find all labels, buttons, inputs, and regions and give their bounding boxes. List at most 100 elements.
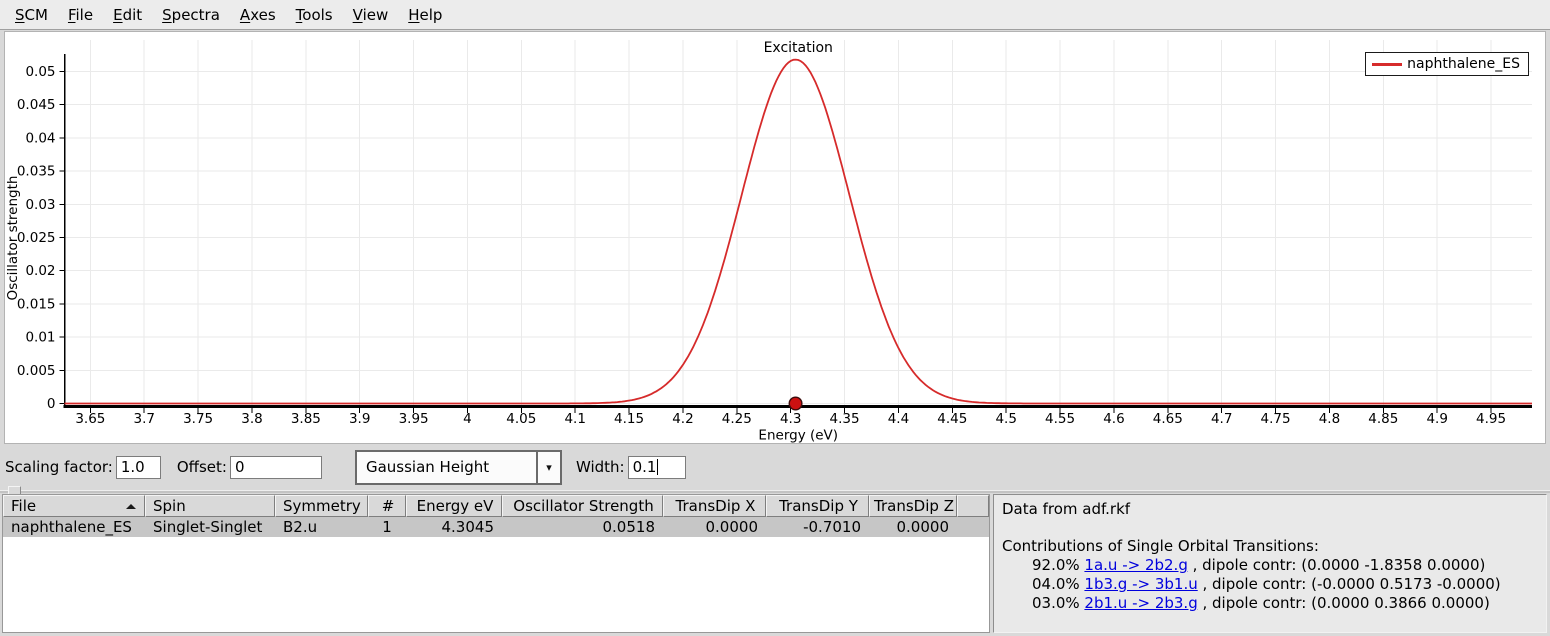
x-tick-label: 4.5 — [995, 411, 1016, 427]
x-tick-label: 4.6 — [1103, 411, 1124, 427]
width-input[interactable]: 0.1 — [628, 456, 686, 479]
y-tick-label: 0.01 — [25, 330, 55, 346]
table-cell: 0.0518 — [502, 517, 663, 537]
y-tick-label: 0.05 — [25, 64, 55, 80]
contributions-list: 92.0% 1a.u -> 2b2.g , dipole contr: (0.0… — [1002, 556, 1538, 613]
x-tick-label: 3.85 — [291, 411, 321, 427]
y-tick-label: 0.045 — [17, 97, 56, 113]
x-tick-label: 4.95 — [1476, 411, 1506, 427]
column-header-file[interactable]: File — [3, 495, 145, 517]
column-header-oscillator-strength[interactable]: Oscillator Strength — [502, 495, 663, 517]
x-tick-label: 4.85 — [1368, 411, 1398, 427]
column-header-energy-ev[interactable]: Energy eV — [406, 495, 502, 517]
spectrum-curve — [65, 60, 1533, 404]
y-tick-label: 0.015 — [17, 296, 56, 312]
peak-marker[interactable] — [789, 397, 802, 410]
orbital-transition-link[interactable]: 1b3.g -> 3b1.u — [1084, 575, 1197, 593]
offset-input[interactable] — [230, 456, 322, 479]
menu-item-view[interactable]: View — [343, 3, 399, 27]
menu-item-scm[interactable]: SCM — [5, 3, 58, 27]
table-cell: B2.u — [275, 517, 368, 537]
column-header-transdip-z[interactable]: TransDip Z — [869, 495, 957, 517]
x-tick-label: 4.15 — [614, 411, 644, 427]
table-cell: 1 — [368, 517, 406, 537]
broadening-method-select[interactable]: Gaussian Height ▾ — [355, 450, 562, 485]
contribution-detail: , dipole contr: (-0.0000 0.5173 -0.0000) — [1198, 575, 1501, 593]
contribution-row: 03.0% 2b1.u -> 2b3.g , dipole contr: (0.… — [1002, 594, 1538, 613]
contribution-detail: , dipole contr: (0.0000 0.3866 0.0000) — [1198, 594, 1490, 612]
menu-item-file[interactable]: File — [58, 3, 103, 27]
menu-item-spectra[interactable]: Spectra — [152, 3, 230, 27]
table-row[interactable]: naphthalene_ESSinglet-SingletB2.u14.3045… — [3, 517, 989, 537]
table-cell: 4.3045 — [406, 517, 502, 537]
excitations-table: File Spin Symmetry # Energy eV Oscillator Str… — [2, 494, 990, 633]
x-axis-label: Energy (eV) — [758, 428, 838, 444]
table-body: naphthalene_ESSinglet-SingletB2.u14.3045… — [3, 517, 989, 537]
column-header-label: Oscillator Strength — [513, 497, 653, 515]
x-tick-label: 4.55 — [1045, 411, 1075, 427]
menu-item-tools[interactable]: Tools — [286, 3, 343, 27]
legend: naphthalene_ES — [1365, 52, 1529, 76]
menu-item-axes[interactable]: Axes — [230, 3, 286, 27]
x-tick-label: 3.95 — [399, 411, 429, 427]
contribution-row: 92.0% 1a.u -> 2b2.g , dipole contr: (0.0… — [1002, 556, 1538, 575]
contribution-detail: , dipole contr: (0.0000 -1.8358 0.0000) — [1188, 556, 1486, 574]
column-header-filler[interactable] — [957, 495, 989, 517]
tick-labels: 3.653.73.753.83.853.93.9544.054.14.154.2… — [17, 64, 1506, 427]
scaling-factor-input[interactable] — [116, 456, 161, 479]
table-header-row: File Spin Symmetry # Energy eV Oscillator Str… — [3, 495, 989, 517]
y-tick-label: 0.025 — [17, 230, 56, 246]
scaling-factor-label: Scaling factor: — [5, 458, 113, 476]
legend-line-sample — [1372, 63, 1402, 66]
orbital-transition-link[interactable]: 1a.u -> 2b2.g — [1084, 556, 1187, 574]
contribution-percent: 92.0% — [1032, 556, 1084, 574]
spectrum-chart: 3.653.73.753.83.853.93.9544.054.14.154.2… — [5, 32, 1545, 443]
offset-label: Offset: — [177, 458, 227, 476]
spectrum-plot-panel: 3.653.73.753.83.853.93.9544.054.14.154.2… — [4, 31, 1546, 444]
column-header-transdip-y[interactable]: TransDip Y — [766, 495, 869, 517]
sort-ascending-icon — [126, 504, 136, 509]
column-header-label: Spin — [153, 497, 186, 515]
contribution-percent: 04.0% — [1032, 575, 1084, 593]
x-tick-label: 4.9 — [1426, 411, 1447, 427]
contribution-row: 04.0% 1b3.g -> 3b1.u , dipole contr: (-0… — [1002, 575, 1538, 594]
table-cell: -0.7010 — [766, 517, 869, 537]
chart-title: Excitation — [764, 40, 833, 56]
text-caret — [657, 459, 658, 475]
y-tick-label: 0.005 — [17, 363, 56, 379]
y-axis-label: Oscillator strength — [5, 176, 21, 301]
table-cell: naphthalene_ES — [3, 517, 145, 537]
column-header-transdip-x[interactable]: TransDip X — [663, 495, 766, 517]
y-tick-label: 0.03 — [25, 197, 55, 213]
column-header-label: TransDip X — [676, 497, 756, 515]
table-cell: 0.0000 — [663, 517, 766, 537]
axes — [60, 54, 1533, 413]
menubar: SCMFileEditSpectraAxesToolsViewHelp — [0, 0, 1550, 30]
column-header-label: File — [11, 497, 36, 515]
column-header--[interactable]: # — [368, 495, 406, 517]
chevron-down-icon: ▾ — [536, 452, 560, 483]
menu-item-edit[interactable]: Edit — [103, 3, 152, 27]
x-tick-label: 4.45 — [937, 411, 967, 427]
table-cell: 0.0000 — [869, 517, 957, 537]
x-tick-label: 4.8 — [1319, 411, 1340, 427]
x-tick-label: 4.1 — [564, 411, 585, 427]
column-header-symmetry[interactable]: Symmetry — [275, 495, 368, 517]
x-tick-label: 4.7 — [1211, 411, 1232, 427]
x-tick-label: 4.65 — [1153, 411, 1183, 427]
spectrum-controls: Scaling factor: Offset: Gaussian Height … — [0, 444, 1550, 490]
pane-splitter[interactable] — [0, 490, 1550, 493]
menu-item-help[interactable]: Help — [398, 3, 452, 27]
column-header-label: # — [382, 497, 395, 515]
column-header-spin[interactable]: Spin — [145, 495, 275, 517]
x-tick-label: 4.25 — [722, 411, 752, 427]
contributions-header: Contributions of Single Orbital Transiti… — [1002, 537, 1538, 556]
x-tick-label: 4.3 — [780, 411, 801, 427]
column-header-label: TransDip Y — [779, 497, 858, 515]
x-tick-label: 4.75 — [1261, 411, 1291, 427]
x-tick-label: 3.65 — [75, 411, 105, 427]
info-source-line: Data from adf.rkf — [1002, 500, 1538, 519]
broadening-method-value: Gaussian Height — [357, 452, 536, 483]
orbital-transition-link[interactable]: 2b1.u -> 2b3.g — [1084, 594, 1197, 612]
x-tick-label: 4.2 — [672, 411, 693, 427]
